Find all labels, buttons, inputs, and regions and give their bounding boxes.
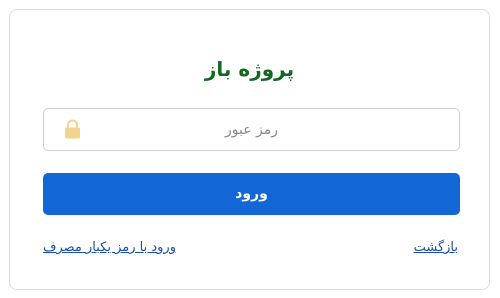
password-field[interactable]	[43, 108, 460, 151]
login-button[interactable]: ورود	[43, 173, 460, 215]
brand-logo: پروژه باز	[10, 54, 489, 84]
back-link[interactable]: بازگشت	[414, 240, 458, 255]
brand-name: پروژه باز	[204, 57, 295, 81]
lock-icon	[65, 119, 80, 139]
password-input[interactable]	[44, 109, 459, 150]
login-card: پروژه باز ورود بازگشت ورود با رمز یکبار …	[9, 9, 490, 290]
otp-login-link[interactable]: ورود با رمز یکبار مصرف	[43, 240, 176, 255]
